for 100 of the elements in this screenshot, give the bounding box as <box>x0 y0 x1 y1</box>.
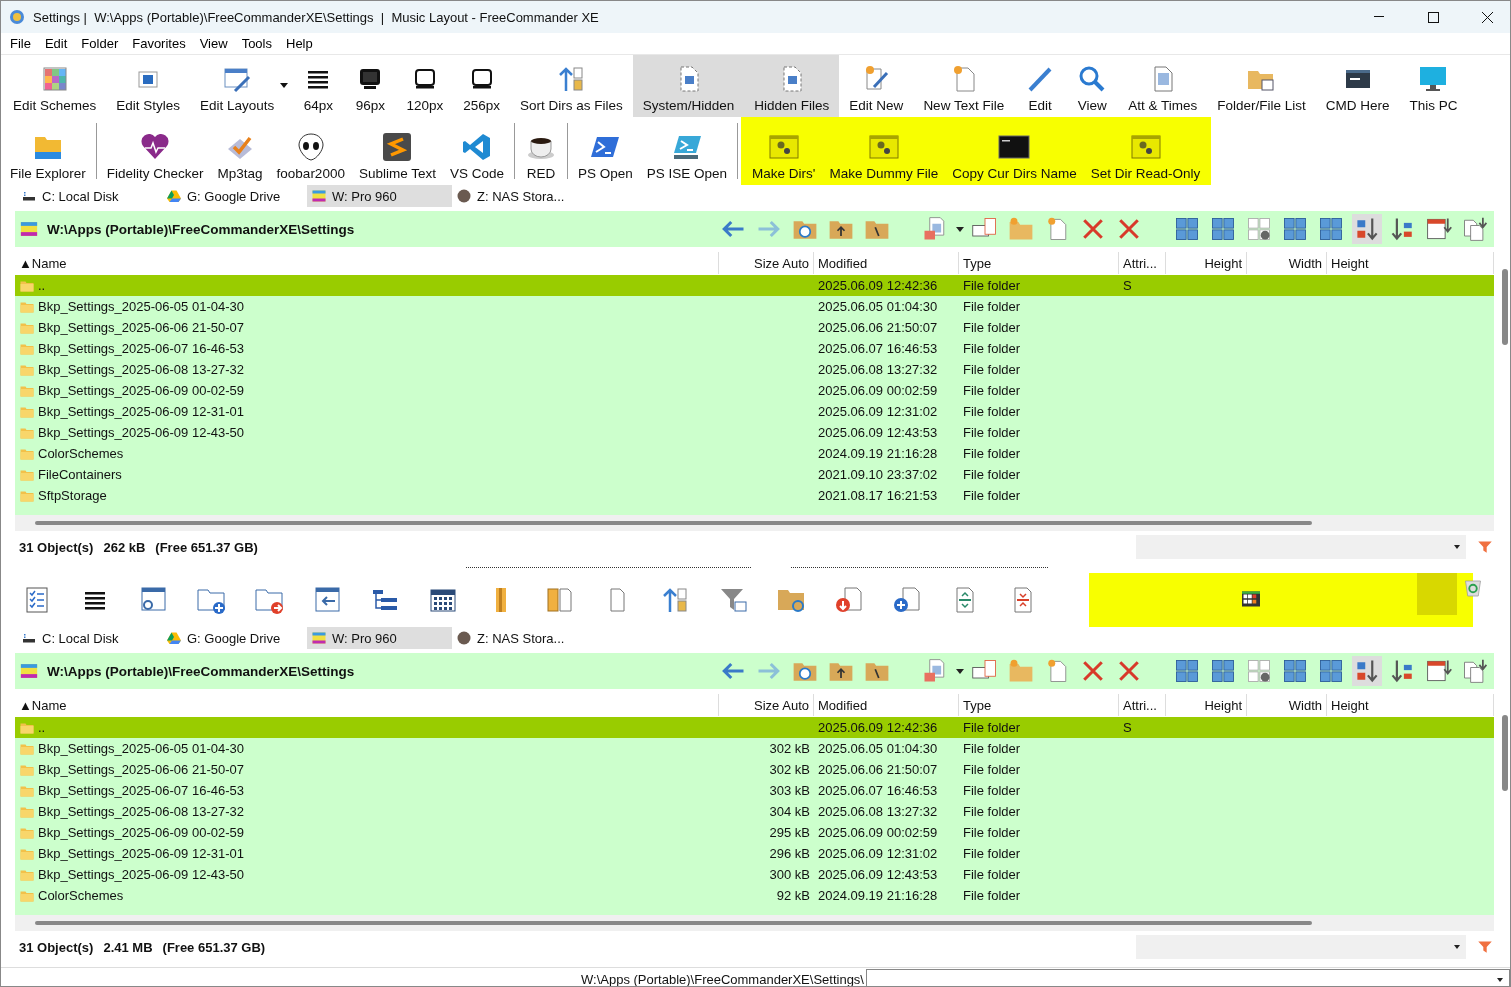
drive-tab[interactable]: W: Pro 960 <box>307 627 452 649</box>
toolbar-button[interactable]: Mp3tag <box>210 117 270 185</box>
drive-tab[interactable]: Z: NAS Stora... <box>452 627 597 649</box>
drive-tab[interactable]: G: Google Drive <box>162 627 307 649</box>
column-header[interactable]: Type <box>959 694 1119 716</box>
menu-item[interactable]: Folder <box>74 36 126 51</box>
modified-date: 2025.06.05 01:04:30 <box>818 299 938 314</box>
toolbar-button[interactable]: 120px <box>396 55 454 117</box>
menu-item[interactable]: File <box>3 36 38 51</box>
toolbar-button[interactable]: VS Code <box>442 117 511 185</box>
free-space: (Free 651.37 GB) <box>162 939 266 955</box>
toolbar-button[interactable]: RED <box>518 117 564 185</box>
toolbar-button[interactable]: foobar2000 <box>269 117 352 185</box>
column-header[interactable]: ▲Name <box>15 252 719 274</box>
file-row[interactable]: Bkp_Settings_2025-06-09 12-43-50 300 kB 2025.06.09 12:43:53 File folder <box>15 864 1494 885</box>
column-header[interactable]: Height <box>1166 694 1247 716</box>
drive-tab[interactable]: C: Local Disk <box>17 627 162 649</box>
column-header[interactable]: Height <box>1327 252 1494 274</box>
toolbar-button[interactable]: Edit Styles <box>106 55 191 117</box>
toolbar-button[interactable]: Sublime Text <box>351 117 443 185</box>
file-type: File folder <box>963 446 1021 461</box>
toolbar-button[interactable]: Folder/File List <box>1207 55 1316 117</box>
drive-tab[interactable]: G: Google Drive <box>162 185 307 207</box>
toolbar-button[interactable]: Make Dummy File <box>822 117 946 185</box>
file-row[interactable]: Bkp_Settings_2025-06-09 12-31-01 296 kB 2025.06.09 12:31:02 File folder <box>15 843 1494 864</box>
column-header[interactable]: Size Auto <box>719 252 814 274</box>
file-type: File folder <box>963 383 1021 398</box>
file-name: Bkp_Settings_2025-06-08 13-27-32 <box>38 804 244 819</box>
toolbar-button[interactable]: Set Dir Read-Only <box>1083 117 1208 185</box>
column-header[interactable]: ▲Name <box>15 694 719 716</box>
total-size: 2.41 MB <box>103 939 153 955</box>
toolbar-button[interactable]: Att & Times <box>1118 55 1208 117</box>
toolbar-button[interactable]: New Text File <box>913 55 1015 117</box>
drive-tab[interactable]: Z: NAS Stora... <box>452 185 597 207</box>
toolbar-button[interactable]: This PC <box>1399 55 1468 117</box>
file-row[interactable]: SftpStorage 2021.08.17 16:21:53 File folder <box>15 485 1494 506</box>
drive-tab[interactable]: W: Pro 960 <box>307 185 452 207</box>
file-row[interactable]: Bkp_Settings_2025-06-09 00-02-59 2025.06.09 00:02:59 File folder <box>15 380 1494 401</box>
path-combobox[interactable] <box>866 968 1510 986</box>
toolbar-button[interactable]: CMD Here <box>1315 55 1400 117</box>
column-header[interactable]: Size Auto <box>719 694 814 716</box>
column-header[interactable]: Width <box>1247 694 1327 716</box>
column-header[interactable]: Height <box>1166 252 1247 274</box>
striped-square-icon <box>311 630 327 646</box>
file-row[interactable]: .. 2025.06.09 12:42:36 File folder S <box>15 275 1494 296</box>
file-row[interactable]: Bkp_Settings_2025-06-09 12-43-50 2025.06.09 12:43:53 File folder <box>15 422 1494 443</box>
toolbar-button[interactable]: Copy Cur Dirs Name <box>945 117 1084 185</box>
toolbar-button[interactable]: Sort Dirs as Files <box>509 55 633 117</box>
file-row[interactable]: Bkp_Settings_2025-06-05 01-04-30 2025.06.05 01:04:30 File folder <box>15 296 1494 317</box>
toolbar-button[interactable]: 64px <box>292 55 345 117</box>
menu-item[interactable]: View <box>192 36 235 51</box>
file-row[interactable]: Bkp_Settings_2025-06-07 16-46-53 2025.06.07 16:46:53 File folder <box>15 338 1494 359</box>
toolbar-button[interactable]: Edit Schemes <box>3 55 107 117</box>
toolbar-button[interactable]: Make Dirs' <box>745 117 823 185</box>
file-row[interactable]: .. 2025.06.09 12:42:36 File folder S <box>15 717 1494 738</box>
toolbar-button[interactable]: File Explorer <box>3 117 93 185</box>
toolbar-button[interactable]: PS Open <box>571 117 640 185</box>
file-row[interactable]: Bkp_Settings_2025-06-06 21-50-07 302 kB 2025.06.06 21:50:07 File folder <box>15 759 1494 780</box>
menu-item[interactable]: Favorites <box>125 36 193 51</box>
toolbar-button[interactable]: 96px <box>344 55 397 117</box>
dropdown-caret-icon[interactable] <box>280 83 289 88</box>
toolbar-button[interactable]: Edit Layouts <box>190 55 285 117</box>
file-row[interactable]: Bkp_Settings_2025-06-05 01-04-30 302 kB 2025.06.05 01:04:30 File folder <box>15 738 1494 759</box>
toolbar-button[interactable]: View <box>1066 55 1119 117</box>
column-header[interactable]: Attri... <box>1119 252 1166 274</box>
file-row[interactable]: FileContainers 2021.09.10 23:37:02 File folder <box>15 464 1494 485</box>
drive-tab[interactable]: C: Local Disk <box>17 185 162 207</box>
scrollbar-thumb[interactable] <box>35 921 1312 925</box>
column-header[interactable]: Type <box>959 252 1119 274</box>
column-header[interactable]: Height <box>1327 694 1494 716</box>
column-header[interactable]: Attri... <box>1119 694 1166 716</box>
toolbar-button[interactable]: System/Hidden <box>632 55 745 117</box>
striped-square-icon <box>19 219 39 239</box>
file-row[interactable]: Bkp_Settings_2025-06-09 12-31-01 2025.06.09 12:31:02 File folder <box>15 401 1494 422</box>
file-row[interactable]: ColorSchemes 92 kB 2024.09.19 21:16:28 File folder <box>15 885 1494 906</box>
file-row[interactable]: Bkp_Settings_2025-06-09 00-02-59 295 kB 2025.06.09 00:02:59 File folder <box>15 822 1494 843</box>
toolbar-button[interactable]: Edit <box>1014 55 1067 117</box>
toolbar-button[interactable]: 256px <box>453 55 510 117</box>
file-row[interactable]: ColorSchemes 2024.09.19 21:16:28 File folder <box>15 443 1494 464</box>
column-header[interactable]: Modified <box>814 694 959 716</box>
file-row[interactable]: Bkp_Settings_2025-06-07 16-46-53 303 kB 2025.06.07 16:46:53 File folder <box>15 780 1494 801</box>
file-row[interactable]: Bkp_Settings_2025-06-06 21-50-07 2025.06.06 21:50:07 File folder <box>15 317 1494 338</box>
file-row[interactable]: Bkp_Settings_2025-06-08 13-27-32 2025.06.08 13:27:32 File folder <box>15 359 1494 380</box>
toolbar-button[interactable]: Edit New <box>839 55 914 117</box>
file-row[interactable]: Bkp_Settings_2025-06-08 13-27-32 304 kB 2025.06.08 13:27:32 File folder <box>15 801 1494 822</box>
menu-item[interactable]: Help <box>279 36 320 51</box>
scrollbar-thumb[interactable] <box>1502 715 1508 791</box>
avatar-icon <box>456 630 472 646</box>
column-header[interactable]: Modified <box>814 252 959 274</box>
scrollbar-thumb[interactable] <box>1502 269 1508 345</box>
scrollbar-thumb[interactable] <box>35 521 1312 525</box>
modified-date: 2024.09.19 21:16:28 <box>818 446 938 461</box>
column-header[interactable]: Width <box>1247 252 1327 274</box>
file-size: 302 kB <box>769 762 810 777</box>
toolbar-button[interactable]: Fidelity Checker <box>99 117 211 185</box>
toolbar-button[interactable]: PS ISE Open <box>639 117 735 185</box>
menu-item[interactable]: Tools <box>234 36 279 51</box>
object-count: 31 Object(s) <box>19 539 94 555</box>
toolbar-button[interactable]: Hidden Files <box>744 55 840 117</box>
menu-item[interactable]: Edit <box>37 36 75 51</box>
